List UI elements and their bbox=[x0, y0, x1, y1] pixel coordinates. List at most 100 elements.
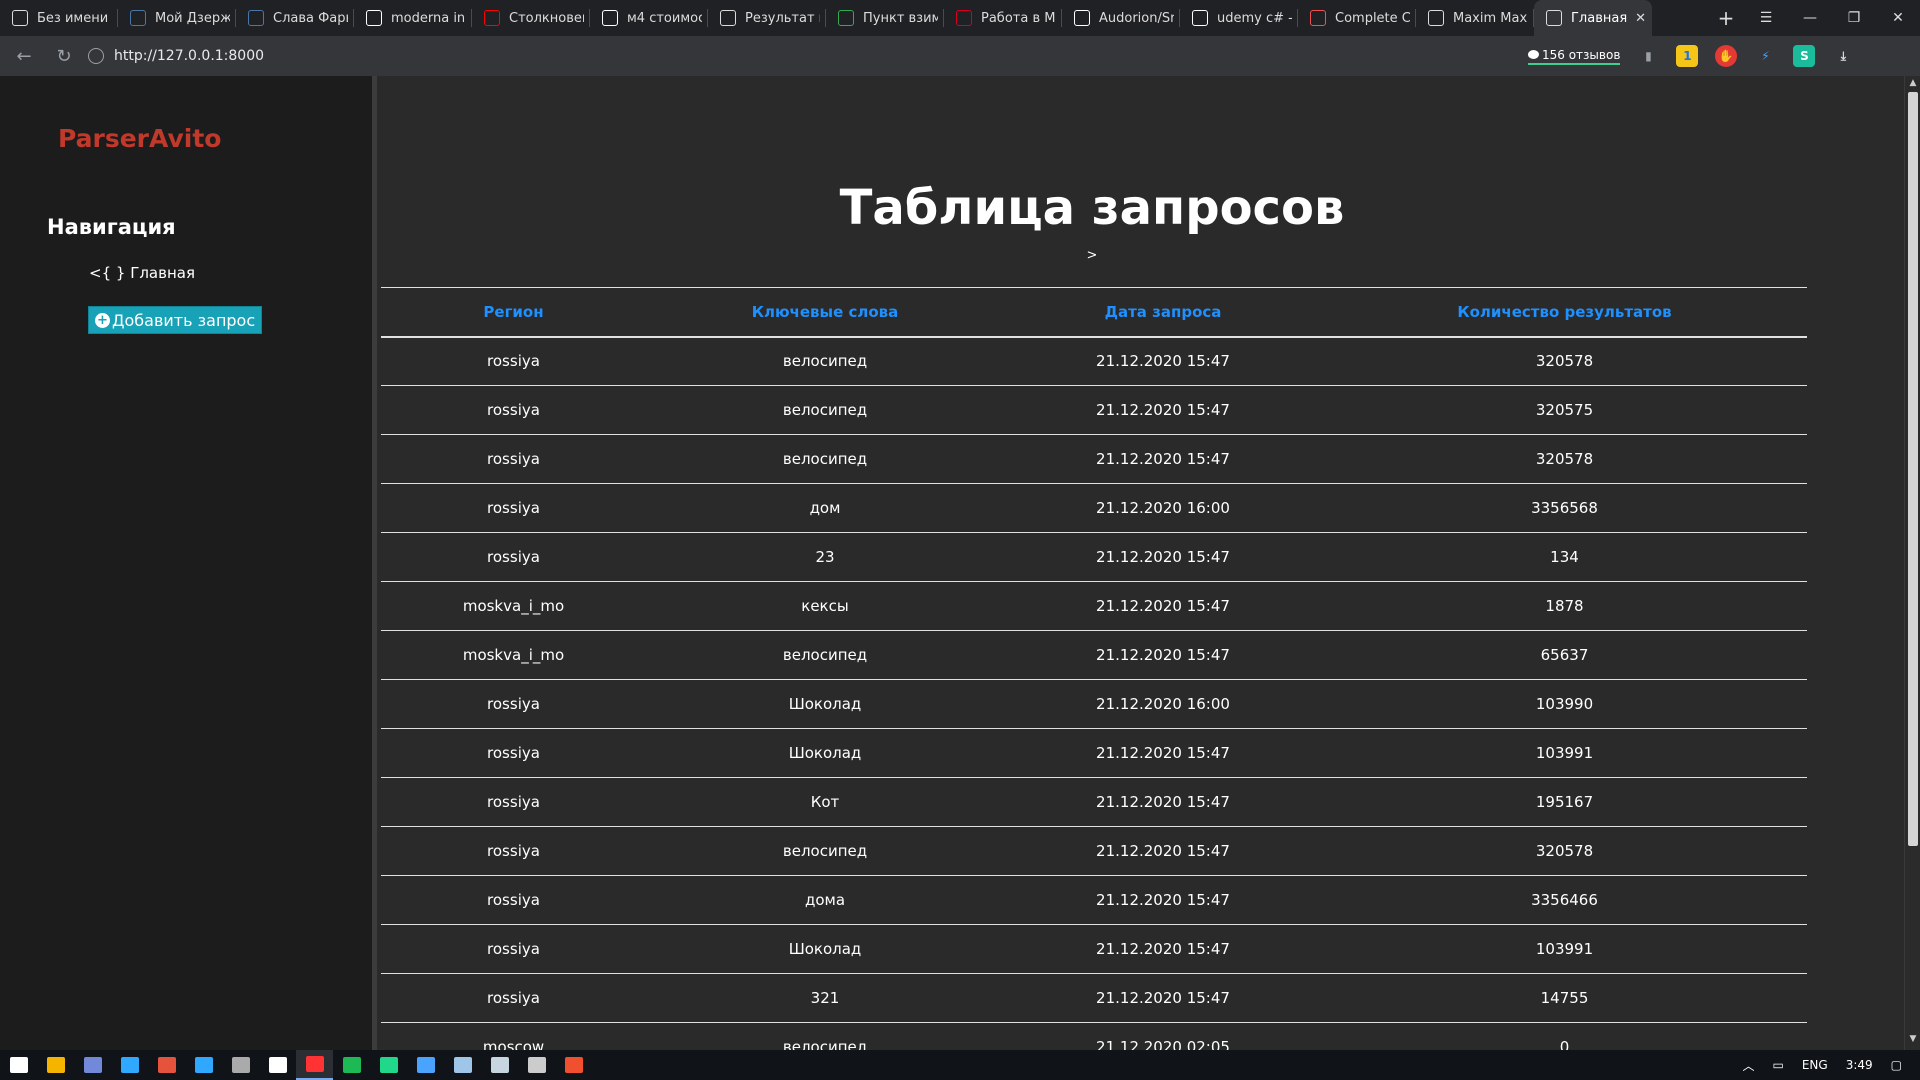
s-extension-icon[interactable]: S bbox=[1793, 45, 1816, 67]
browser-tab[interactable]: Слава Фарь bbox=[236, 0, 354, 36]
browser-tab[interactable]: м4 стоимос bbox=[590, 0, 708, 36]
chevron-up-icon[interactable]: ︿ bbox=[1742, 1057, 1754, 1074]
column-header-keywords[interactable]: Ключевые слова bbox=[646, 287, 1004, 338]
table-row: rossiya 23 21.12.2020 15:47 134 bbox=[381, 532, 1807, 582]
taskbar-app[interactable] bbox=[444, 1050, 481, 1080]
clock[interactable]: 3:49 bbox=[1846, 1058, 1873, 1072]
browser-tab[interactable]: udemy c# - bbox=[1180, 0, 1298, 36]
cell-region: rossiya bbox=[381, 875, 646, 925]
table-row: rossiya велосипед 21.12.2020 15:47 320578 bbox=[381, 434, 1807, 484]
cell-region: moscow bbox=[381, 1022, 646, 1050]
browser-tab[interactable]: Мой Дзерж bbox=[118, 0, 236, 36]
browser-tab[interactable]: Audorion/Sr bbox=[1062, 0, 1180, 36]
browser-tab[interactable]: Пункт взим bbox=[826, 0, 944, 36]
taskbar-app[interactable] bbox=[148, 1050, 185, 1080]
network-icon[interactable]: ▭ bbox=[1773, 1058, 1784, 1072]
page-scrollbar[interactable]: ▲ ▼ bbox=[1904, 76, 1920, 1050]
close-tab-icon[interactable]: ✕ bbox=[1635, 11, 1646, 26]
cell-region: rossiya bbox=[381, 483, 646, 533]
reviews-count: 156 отзывов bbox=[1542, 47, 1621, 62]
cell-count: 320578 bbox=[1322, 336, 1807, 386]
cell-keywords: велосипед bbox=[646, 434, 1004, 484]
taskbar-app[interactable] bbox=[111, 1050, 148, 1080]
google-icon bbox=[1192, 10, 1208, 26]
browser-tab[interactable]: Без имени bbox=[0, 0, 118, 36]
tab-list: Без имени Мой Дзерж Слава Фарь moderna in Ст… bbox=[0, 0, 1708, 36]
url-text: http://127.0.0.1:8000 bbox=[114, 48, 265, 64]
browser-tab[interactable]: Maxim Max bbox=[1416, 0, 1534, 36]
taskbar-app[interactable] bbox=[74, 1050, 111, 1080]
taskbar-app[interactable] bbox=[555, 1050, 592, 1080]
scroll-down-icon[interactable]: ▼ bbox=[1905, 1034, 1920, 1048]
photos-icon bbox=[416, 1057, 435, 1073]
tab-label: Работа в М bbox=[981, 10, 1056, 26]
column-header-count[interactable]: Количество результатов bbox=[1322, 287, 1807, 338]
address-bar[interactable]: http://127.0.0.1:8000 bbox=[88, 42, 1518, 70]
taskbar-app[interactable] bbox=[481, 1050, 518, 1080]
reviews-badge[interactable]: 156 отзывов bbox=[1528, 47, 1621, 65]
table-row: moskva_i_mo велосипед 21.12.2020 15:47 6563… bbox=[381, 630, 1807, 680]
taskbar-app[interactable] bbox=[370, 1050, 407, 1080]
column-header-region[interactable]: Регион bbox=[381, 287, 646, 338]
add-request-button[interactable]: + Добавить запрос bbox=[88, 306, 263, 334]
browser-tab[interactable]: Результат п bbox=[708, 0, 826, 36]
browser-tab[interactable]: Столкновен bbox=[472, 0, 590, 36]
new-tab-button[interactable]: + bbox=[1708, 0, 1744, 36]
cell-date: 21.12.2020 16:00 bbox=[1004, 483, 1322, 533]
table-row: rossiya велосипед 21.12.2020 15:47 320578 bbox=[381, 826, 1807, 876]
taskbar-app[interactable] bbox=[407, 1050, 444, 1080]
taskbar-app[interactable] bbox=[518, 1050, 555, 1080]
browser-tab[interactable]: Работа в М bbox=[944, 0, 1062, 36]
browser-tab[interactable]: Главная ✕ bbox=[1534, 0, 1652, 36]
taskbar-app[interactable] bbox=[185, 1050, 222, 1080]
notepad-icon bbox=[453, 1057, 472, 1073]
cell-region: moskva_i_mo bbox=[381, 630, 646, 680]
scroll-up-icon[interactable]: ▲ bbox=[1905, 78, 1920, 92]
cell-region: rossiya bbox=[381, 532, 646, 582]
cell-date: 21.12.2020 15:47 bbox=[1004, 777, 1322, 827]
scrollbar-thumb[interactable] bbox=[1908, 92, 1918, 846]
cell-keywords: велосипед bbox=[646, 630, 1004, 680]
taskbar-app[interactable] bbox=[37, 1050, 74, 1080]
taskbar-app[interactable] bbox=[222, 1050, 259, 1080]
lightning-icon[interactable]: ⚡ bbox=[1754, 45, 1776, 67]
tab-label: Главная bbox=[1571, 10, 1628, 26]
adblock-hand-icon[interactable]: ✋ bbox=[1715, 45, 1738, 67]
tab-label: moderna in bbox=[391, 10, 466, 26]
site-info-icon[interactable] bbox=[88, 48, 104, 64]
extension-badge-icon[interactable]: 1 bbox=[1676, 45, 1699, 67]
browser-tab[interactable]: moderna in bbox=[354, 0, 472, 36]
cell-date: 21.12.2020 15:47 bbox=[1004, 826, 1322, 876]
table-row: moscow велосипед 21.12.2020 02:05 0 bbox=[381, 1022, 1807, 1050]
vk-icon bbox=[248, 10, 264, 26]
table-row: rossiya Шоколад 21.12.2020 15:47 103991 bbox=[381, 728, 1807, 778]
minimize-button[interactable]: — bbox=[1788, 10, 1832, 26]
cell-region: rossiya bbox=[381, 434, 646, 484]
cell-date: 21.12.2020 15:47 bbox=[1004, 336, 1322, 386]
page-subtext: > bbox=[1086, 248, 1098, 263]
notifications-icon[interactable]: ▢ bbox=[1891, 1058, 1902, 1072]
restore-button[interactable]: ❐ bbox=[1832, 10, 1876, 26]
taskbar-app[interactable] bbox=[0, 1050, 37, 1080]
download-icon[interactable]: ⤓ bbox=[1832, 45, 1854, 67]
taskbar-app[interactable] bbox=[296, 1050, 333, 1080]
language-indicator[interactable]: ENG bbox=[1802, 1058, 1828, 1072]
back-button[interactable]: ← bbox=[8, 40, 40, 72]
nav-link-home[interactable]: <{ } Главная bbox=[89, 264, 195, 282]
bookmark-icon[interactable]: ▮ bbox=[1637, 45, 1659, 67]
cell-keywords: дома bbox=[646, 875, 1004, 925]
brand-logo[interactable]: ParserAvito bbox=[58, 124, 221, 153]
close-window-button[interactable]: ✕ bbox=[1876, 10, 1920, 26]
browser-tab[interactable]: Complete C bbox=[1298, 0, 1416, 36]
app-icon bbox=[1428, 10, 1444, 26]
cell-count: 103991 bbox=[1322, 924, 1807, 974]
page-icon bbox=[1546, 10, 1562, 26]
cell-count: 103991 bbox=[1322, 728, 1807, 778]
reload-button[interactable]: ↻ bbox=[48, 40, 80, 72]
column-header-date[interactable]: Дата запроса bbox=[1004, 287, 1322, 338]
menu-icon[interactable]: ☰ bbox=[1744, 10, 1788, 26]
sidebar: ParserAvito Навигация <{ } Главная + Доб… bbox=[0, 76, 377, 1050]
taskbar-app[interactable] bbox=[333, 1050, 370, 1080]
taskbar-app[interactable] bbox=[259, 1050, 296, 1080]
tab-label: Maxim Max bbox=[1453, 10, 1528, 26]
